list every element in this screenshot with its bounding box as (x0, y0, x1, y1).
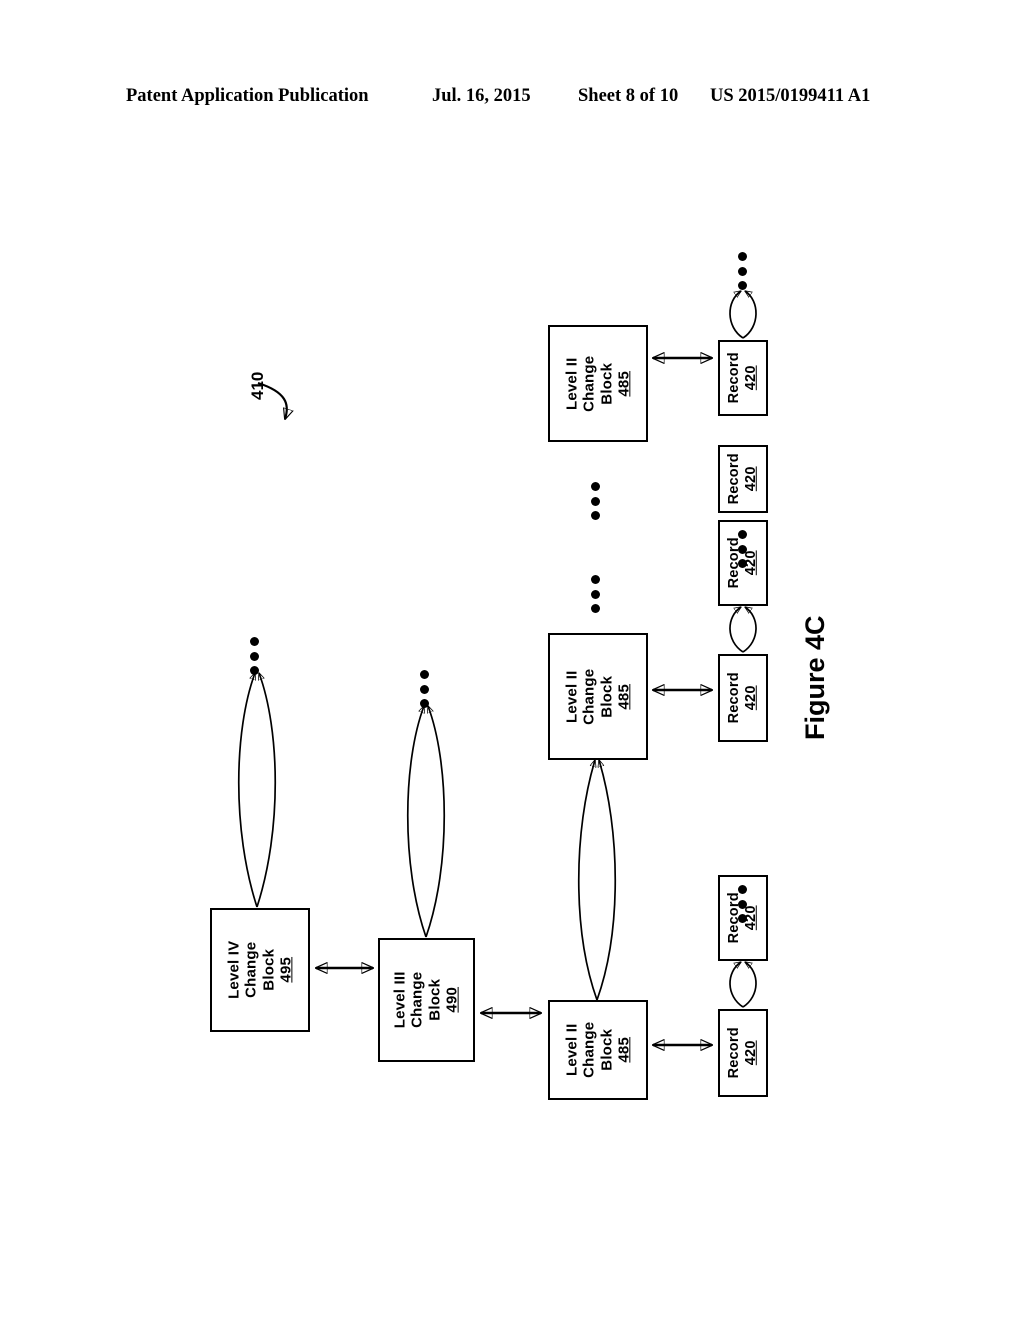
level-ii-middle-line3: Block (598, 675, 615, 718)
dot (737, 252, 747, 261)
record-3-title: Record (726, 672, 743, 724)
record-box-1[interactable]: Record 420 (718, 1009, 768, 1097)
ellipsis-dots-level3-chain (418, 670, 430, 708)
level-iii-line1: Level III (391, 971, 409, 1029)
ellipsis-dots-record-middle (736, 530, 748, 568)
level-iv-line1: Level IV (225, 940, 243, 1000)
connector-overlay (237, 0, 757, 1320)
level-iii-reference-number: 490 (443, 987, 461, 1013)
level-iv-line3: Block (259, 949, 277, 991)
record-6-label: Record 420 (726, 453, 760, 504)
level-ii-bottom-label: Level II Change Block 485 (563, 1022, 633, 1078)
level-ii-middle-reference-number: 485 (615, 683, 633, 710)
record-3-label: Record 420 (726, 672, 760, 723)
level-ii-top-line1: Level II (563, 357, 581, 410)
dot (590, 604, 600, 613)
loop-record5-chain (729, 291, 757, 339)
record-box-3[interactable]: Record 420 (718, 654, 768, 742)
dot (419, 670, 429, 679)
dot (590, 575, 600, 584)
level-iii-line3: Block (426, 979, 444, 1021)
level-iii-change-block[interactable]: Level III Change Block 490 (378, 938, 475, 1062)
record-6-reference-number: 420 (743, 466, 760, 492)
patent-figure-page: Patent Application Publication Jul. 16, … (0, 0, 1024, 1320)
level-ii-change-block-middle[interactable]: Level II Change Block 485 (548, 633, 648, 760)
ellipsis-dots-record-lower (736, 885, 748, 923)
level-ii-middle-label: Level II Change Block 485 (563, 668, 633, 724)
loop-level2-bottom-middle (577, 760, 617, 1001)
level-iv-reference-number: 495 (277, 957, 295, 983)
loop-level3-chain (406, 706, 446, 938)
dot (737, 281, 747, 290)
patent-header: Patent Application Publication Jul. 16, … (0, 86, 1024, 116)
reference-numeral-410: 410 (248, 371, 267, 400)
dot (737, 544, 747, 554)
loop-record3-record4 (729, 607, 757, 653)
record-box-5[interactable]: Record 420 (718, 340, 768, 416)
dot (737, 266, 747, 276)
level-ii-bottom-line2: Change (580, 1021, 598, 1079)
record-5-label: Record 420 (726, 352, 760, 403)
dot (419, 699, 429, 708)
figure-caption: Figure 4C (800, 615, 830, 740)
record-5-title: Record (726, 352, 743, 404)
dot (737, 899, 747, 909)
record-1-reference-number: 420 (743, 1040, 760, 1066)
record-1-label: Record 420 (726, 1027, 760, 1078)
dot (737, 530, 747, 539)
dot (249, 651, 259, 661)
dot (590, 496, 600, 506)
level-ii-middle-line1: Level II (563, 670, 581, 723)
ellipsis-dots-level4-chain (248, 637, 260, 675)
level-ii-middle-line2: Change (580, 668, 598, 725)
level-ii-bottom-reference-number: 485 (615, 1037, 633, 1063)
header-date-text: Jul. 16, 2015 (432, 86, 531, 106)
level-ii-top-line3: Block (598, 362, 615, 405)
header-publication-number: US 2015/0199411 A1 (710, 86, 871, 106)
record-5-reference-number: 420 (743, 365, 760, 391)
record-3-reference-number: 420 (743, 685, 760, 711)
level-iv-line2: Change (242, 941, 260, 999)
level-iv-change-block-label: Level IV Change Block 495 (225, 941, 295, 999)
dot (249, 637, 259, 646)
dot (590, 482, 600, 491)
loop-level4-chain (237, 673, 277, 908)
header-sheet-text: Sheet 8 of 10 (578, 86, 679, 106)
dot (419, 684, 429, 694)
dot (590, 589, 600, 599)
header-publication-text: Patent Application Publication (126, 86, 369, 106)
level-ii-bottom-line3: Block (598, 1029, 615, 1071)
ellipsis-dots-record-top (736, 252, 748, 290)
level-ii-top-label: Level II Change Block 485 (563, 355, 633, 411)
level-ii-bottom-line1: Level II (563, 1023, 581, 1077)
dot (249, 666, 259, 675)
level-ii-change-block-bottom[interactable]: Level II Change Block 485 (548, 1000, 648, 1100)
dot (737, 885, 747, 894)
level-iii-line2: Change (409, 971, 427, 1029)
ellipsis-dots-level2-upper (589, 482, 601, 520)
record-box-6[interactable]: Record 420 (718, 445, 768, 513)
dot (590, 511, 600, 520)
record-1-title: Record (726, 1027, 743, 1079)
ellipsis-dots-level2-lower (589, 575, 601, 613)
level-iv-change-block[interactable]: Level IV Change Block 495 (210, 908, 310, 1032)
level-ii-top-reference-number: 485 (615, 370, 633, 397)
level-ii-top-line2: Change (580, 355, 598, 412)
level-ii-change-block-top[interactable]: Level II Change Block 485 (548, 325, 648, 442)
loop-record1-record2 (729, 962, 757, 1008)
dot (737, 559, 747, 568)
dot (737, 914, 747, 923)
record-6-title: Record (726, 453, 743, 505)
level-iii-change-block-label: Level III Change Block 490 (392, 972, 462, 1029)
